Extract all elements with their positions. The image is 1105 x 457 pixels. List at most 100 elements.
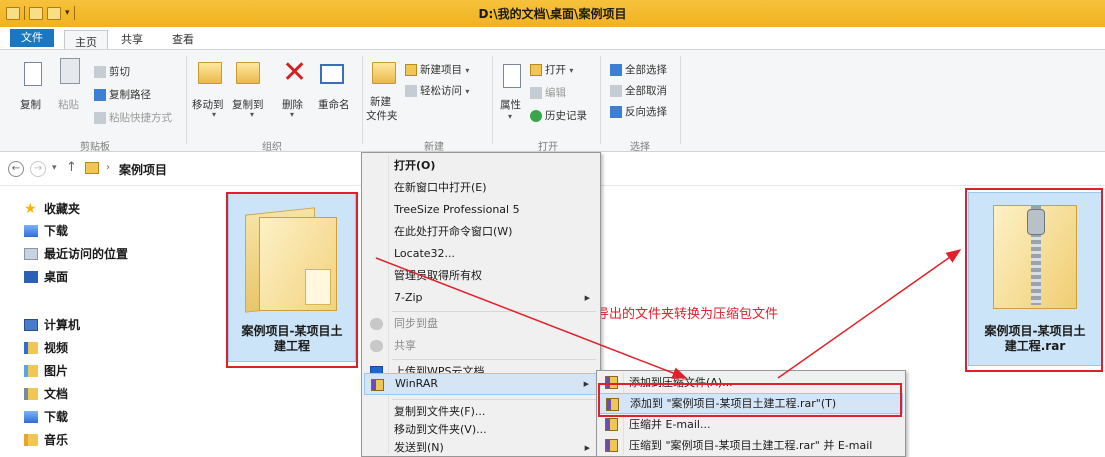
chevron-down-icon[interactable]: ▾ <box>250 110 254 119</box>
group-label-select: 选择 <box>630 142 650 153</box>
new-item-icon <box>405 64 417 76</box>
rename-button[interactable]: 重命名 <box>318 97 350 112</box>
open-button[interactable]: 打开 ▾ <box>530 62 573 77</box>
paste-button[interactable]: 粘贴 <box>58 97 79 112</box>
up-arrow-icon[interactable]: ↑ <box>66 160 77 175</box>
rename-icon[interactable] <box>320 64 344 84</box>
sidebar-item-videos[interactable]: 视频 <box>24 339 68 356</box>
tab-file[interactable]: 文件 <box>10 29 54 47</box>
copy-button[interactable]: 复制 <box>20 97 41 112</box>
copy-to-button[interactable]: 复制到 <box>232 97 264 112</box>
paste-icon[interactable] <box>60 58 80 84</box>
properties-icon[interactable] <box>503 64 521 88</box>
annotation-text: 将导出的文件夹转换为压缩包文件 <box>583 307 779 322</box>
copy-icon[interactable] <box>24 62 42 86</box>
submenu-item-label: 压缩到 "案例项目-某项目土建工程.rar" 并 E-mail <box>629 439 873 452</box>
move-to-icon[interactable] <box>198 62 222 84</box>
sidebar-item-label: 计算机 <box>44 318 81 332</box>
chevron-down-icon: ▾ <box>465 66 470 75</box>
sidebar-item-label: 文档 <box>44 387 69 401</box>
sidebar-item-pictures[interactable]: 图片 <box>24 362 68 379</box>
sidebar-item-music[interactable]: 音乐 <box>24 431 68 448</box>
new-folder-label-2[interactable]: 文件夹 <box>366 108 398 123</box>
new-folder-button[interactable]: 新建 <box>370 94 391 109</box>
winrar-icon <box>605 418 618 431</box>
sidebar-item-favorites[interactable]: ★ 收藏夹 <box>24 200 80 217</box>
tab-home[interactable]: 主页 <box>64 30 108 49</box>
cloud-icon <box>370 318 383 330</box>
copy-to-icon[interactable] <box>236 62 260 84</box>
chevron-down-icon: ▾ <box>465 87 470 96</box>
menu-item-sync[interactable]: 同步到盘 <box>364 313 598 335</box>
sidebar-item-recent[interactable]: 最近访问的位置 <box>24 245 128 262</box>
edit-button[interactable]: 编辑 <box>530 85 566 100</box>
sidebar-item-downloads[interactable]: 下载 <box>24 222 68 239</box>
menu-item-open[interactable]: 打开(O) <box>364 155 598 177</box>
chevron-down-icon[interactable]: ▾ <box>212 110 216 119</box>
copy-path-button[interactable]: 复制路径 <box>94 87 151 102</box>
move-to-button[interactable]: 移动到 <box>192 97 224 112</box>
submenu-arrow-icon: ▶ <box>584 444 590 452</box>
new-item-button[interactable]: 新建项目 ▾ <box>405 62 469 77</box>
forward-button[interactable]: → <box>30 161 46 177</box>
select-all-button[interactable]: 全部选择 <box>610 62 667 77</box>
menu-item-send-to[interactable]: 发送到(N) ▶ <box>364 437 598 457</box>
open-label: 打开 <box>545 64 566 76</box>
menu-item-locate32[interactable]: Locate32... <box>364 243 598 265</box>
sidebar-item-downloads-pc[interactable]: 下载 <box>24 408 68 425</box>
delete-icon[interactable]: ✕ <box>282 58 307 88</box>
tab-view[interactable]: 查看 <box>172 31 194 47</box>
music-folder-icon <box>24 433 38 446</box>
divider <box>600 56 601 144</box>
select-none-button[interactable]: 全部取消 <box>610 83 667 98</box>
sidebar-item-desktop[interactable]: 桌面 <box>24 268 68 285</box>
properties-button[interactable]: 属性 <box>500 97 521 112</box>
menu-item-take-ownership[interactable]: 管理员取得所有权 <box>364 265 598 287</box>
invert-selection-button[interactable]: 反向选择 <box>610 104 667 119</box>
sidebar-item-label: 桌面 <box>44 270 69 284</box>
edit-label: 编辑 <box>545 87 566 99</box>
divider <box>392 311 596 312</box>
chevron-down-icon[interactable]: ▾ <box>290 110 294 119</box>
history-button[interactable]: 历史记录 <box>530 108 587 123</box>
menu-item-treesize[interactable]: TreeSize Professional 5 <box>364 199 598 221</box>
invert-selection-icon <box>610 106 622 118</box>
divider <box>680 56 681 144</box>
menu-item-winrar[interactable]: WinRAR ▶ <box>364 373 598 395</box>
sidebar-item-documents[interactable]: 文档 <box>24 385 68 402</box>
easy-access-label: 轻松访问 <box>420 85 462 97</box>
breadcrumb[interactable]: 案例项目 <box>119 161 167 178</box>
new-folder-icon[interactable] <box>372 62 396 84</box>
chevron-down-icon[interactable]: ▾ <box>508 112 512 121</box>
videos-folder-icon <box>24 341 38 354</box>
menu-item-label: 共享 <box>394 339 416 352</box>
menu-item-share[interactable]: 共享 <box>364 335 598 357</box>
recent-locations-icon[interactable]: ▾ <box>52 163 57 173</box>
documents-folder-icon <box>24 387 38 400</box>
back-button[interactable]: ← <box>8 161 24 177</box>
menu-item-label: WinRAR <box>395 377 439 390</box>
sidebar-item-label: 视频 <box>44 341 69 355</box>
menu-item-label: 7-Zip <box>394 291 423 304</box>
paste-shortcut-button[interactable]: 粘贴快捷方式 <box>94 110 172 125</box>
context-menu: 打开(O) 在新窗口中打开(E) TreeSize Professional 5… <box>361 152 601 457</box>
select-all-label: 全部选择 <box>625 64 667 76</box>
menu-item-open-new-window[interactable]: 在新窗口中打开(E) <box>364 177 598 199</box>
submenu-item-compress-named-email[interactable]: 压缩到 "案例项目-某项目土建工程.rar" 并 E-mail <box>599 435 903 456</box>
easy-access-button[interactable]: 轻松访问 ▾ <box>405 83 469 98</box>
menu-item-7zip[interactable]: 7-Zip ▶ <box>364 287 598 309</box>
submenu-item-label: 压缩并 E-mail... <box>629 418 711 431</box>
open-icon <box>530 64 542 76</box>
submenu-item-compress-email[interactable]: 压缩并 E-mail... <box>599 414 903 435</box>
divider <box>392 399 596 400</box>
history-label: 历史记录 <box>545 110 587 122</box>
breadcrumb-separator-icon[interactable]: › <box>106 162 110 173</box>
pictures-folder-icon <box>24 364 38 377</box>
divider <box>362 56 363 144</box>
copy-path-label: 复制路径 <box>109 89 151 101</box>
tab-share[interactable]: 共享 <box>121 31 143 47</box>
menu-item-open-cmd[interactable]: 在此处打开命令窗口(W) <box>364 221 598 243</box>
sidebar-item-computer[interactable]: 计算机 <box>24 316 80 333</box>
cut-button[interactable]: 剪切 <box>94 64 130 79</box>
select-none-label: 全部取消 <box>625 85 667 97</box>
